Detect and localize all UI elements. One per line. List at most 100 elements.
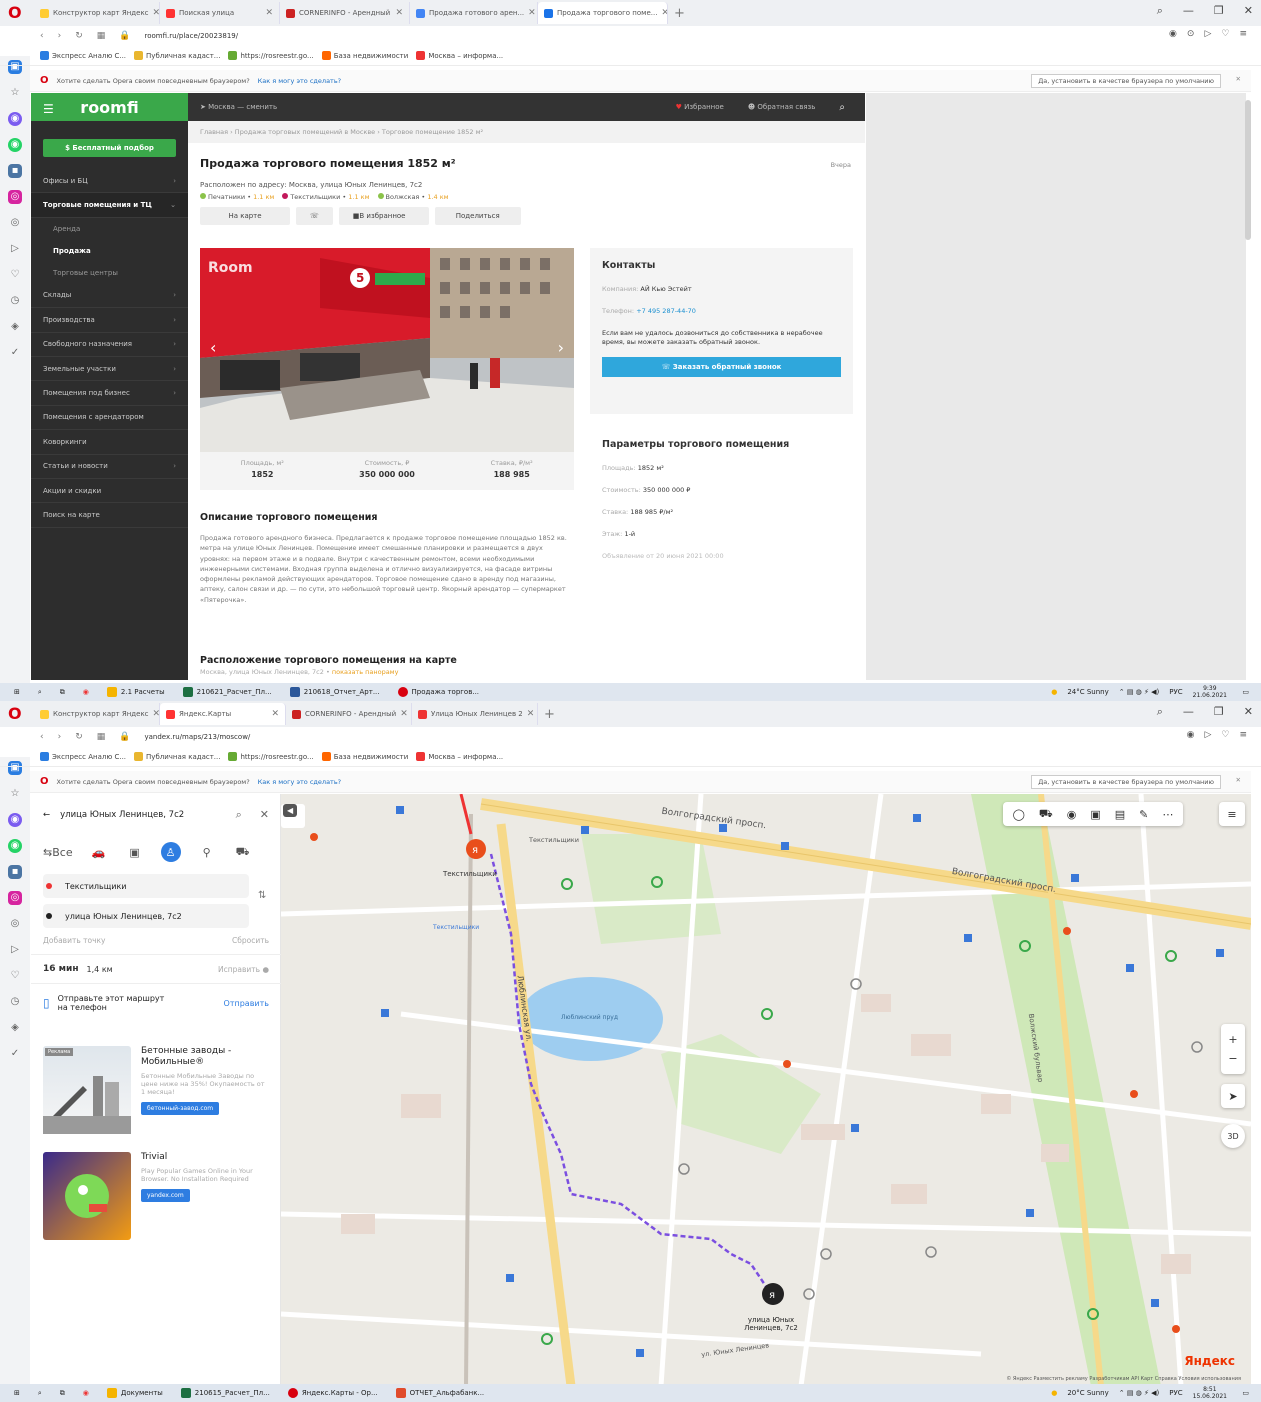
reload-icon[interactable]: ↻: [75, 31, 83, 41]
ad-card[interactable]: Реклама Бетонные заводы - Мобильные® Бето…: [43, 1046, 269, 1138]
set-default-button[interactable]: Да, установить в качестве браузера по ум…: [1031, 74, 1221, 88]
close-icon[interactable]: ✕: [265, 8, 273, 18]
bookmark-5[interactable]: Москва – информа...: [416, 752, 503, 761]
zoom-in-icon[interactable]: +: [1228, 1033, 1237, 1046]
notice-link[interactable]: Как я могу это сделать?: [258, 77, 341, 85]
share-button[interactable]: Поделиться: [434, 207, 521, 225]
close-icon[interactable]: ✕: [1236, 776, 1241, 784]
add-favorite-button[interactable]: ■ В избранное: [338, 207, 429, 225]
sidebar-item[interactable]: Статьи и новости ›: [31, 455, 188, 479]
heart-icon[interactable]: ♡: [8, 268, 22, 282]
close-icon[interactable]: ✕: [527, 709, 535, 719]
messenger-icon[interactable]: ◉: [8, 813, 22, 827]
player-icon[interactable]: ◎: [8, 216, 22, 230]
new-tab-button[interactable]: +: [674, 6, 685, 21]
vk-icon[interactable]: ▪: [8, 164, 22, 178]
sidebar-item[interactable]: Производства ›: [31, 308, 188, 333]
forward-icon[interactable]: ›: [58, 31, 62, 41]
extensions-icon[interactable]: ◈: [8, 1021, 22, 1035]
menu-icon[interactable]: ≡: [1239, 29, 1247, 39]
search-icon[interactable]: ⌕: [38, 688, 42, 697]
player-icon[interactable]: ◎: [8, 917, 22, 931]
listing-photo[interactable]: 5 Room ‹ ›: [200, 248, 574, 452]
bookmark-3[interactable]: https://rosreestr.go...: [228, 752, 314, 761]
zoom-out-icon[interactable]: −: [1228, 1052, 1237, 1065]
close-icon[interactable]: ✕: [260, 808, 269, 822]
taskbar-item[interactable]: 210618_Отчет_Арт...: [289, 687, 380, 697]
camera-icon[interactable]: ◉: [1169, 29, 1177, 39]
sidebar-item[interactable]: Свободного назначения ›: [31, 333, 188, 357]
notice-link[interactable]: Как я могу это сделать?: [258, 778, 341, 786]
history-icon[interactable]: ◷: [8, 294, 22, 308]
bookmark-1[interactable]: Экспресс Аналю С...: [40, 752, 126, 761]
tab-4[interactable]: Улица Юных Ленинцев 2 ✕: [412, 703, 538, 725]
prev-photo-icon[interactable]: ‹: [210, 338, 216, 357]
close-icon[interactable]: ✕: [153, 709, 159, 719]
collapse-panel-icon[interactable]: ◀: [283, 804, 298, 817]
ad-card[interactable]: Trivial Play Popular Games Online in Your…: [43, 1152, 269, 1244]
task-view-icon[interactable]: ⧉: [60, 688, 65, 697]
close-icon[interactable]: ✕: [153, 8, 159, 18]
sidebar-item[interactable]: Торговые центры: [31, 262, 188, 284]
chrome-icon[interactable]: ◉: [83, 1389, 89, 1397]
send-icon[interactable]: ▷: [8, 242, 22, 256]
free-selection-button[interactable]: $ Бесплатный подбор: [43, 139, 176, 157]
phone-link[interactable]: +7 495 287-44-70: [636, 307, 696, 315]
tab-2[interactable]: Поиская улица ✕: [160, 2, 280, 24]
route-to-field[interactable]: улица Юных Ленинцев, 7с2: [43, 904, 249, 928]
search-icon[interactable]: ⌕: [1157, 4, 1163, 18]
taskbar-item[interactable]: 210621_Расчет_Пл...: [182, 687, 272, 697]
bookmark-1[interactable]: Экспресс Аналю С...: [40, 51, 126, 60]
car-icon[interactable]: 🚗: [89, 842, 109, 862]
sidebar-item[interactable]: Помещения с арендатором: [31, 406, 188, 431]
bookmark-2[interactable]: Публичная кадаст...: [134, 752, 220, 761]
menu-icon[interactable]: ≡: [1219, 802, 1245, 826]
next-photo-icon[interactable]: ›: [558, 338, 564, 357]
scrollbar[interactable]: [1245, 100, 1251, 240]
close-icon[interactable]: ✕: [395, 8, 403, 18]
heart-icon[interactable]: ♡: [1221, 730, 1229, 740]
camera-icon[interactable]: ◉: [1187, 730, 1195, 740]
bus-icon[interactable]: ▣: [1090, 808, 1100, 821]
url-field[interactable]: yandex.ru/maps/213/moscow/: [145, 733, 251, 741]
star-icon[interactable]: ☆: [8, 787, 22, 801]
sidebar-item[interactable]: Торговые помещения и ТЦ ⌄: [31, 193, 188, 218]
sidebar-item[interactable]: Акции и скидки: [31, 479, 188, 504]
search-icon[interactable]: ⌕: [839, 102, 845, 113]
chrome-icon[interactable]: ◉: [83, 688, 89, 696]
reset-link[interactable]: Сбросить: [232, 936, 269, 945]
messenger-icon[interactable]: ◉: [8, 112, 22, 126]
panorama-link[interactable]: показать панораму: [332, 668, 399, 676]
taskbar-item[interactable]: Документы: [106, 1388, 163, 1398]
locate-icon[interactable]: ➤: [1221, 1084, 1245, 1108]
heart-icon[interactable]: ♡: [8, 969, 22, 983]
bookmark-4[interactable]: База недвижимости: [321, 752, 408, 761]
notifications-icon[interactable]: ▭: [1242, 688, 1249, 696]
heart-icon[interactable]: ♡: [1221, 29, 1229, 39]
instagram-icon[interactable]: ◎: [8, 190, 22, 204]
grid-icon[interactable]: ▦: [97, 732, 106, 742]
bookmark-5[interactable]: Москва – информа...: [416, 51, 503, 60]
new-tab-button[interactable]: +: [544, 707, 555, 722]
extensions-icon[interactable]: ◈: [8, 320, 22, 334]
send-button[interactable]: Отправить: [224, 999, 269, 1008]
parking-icon[interactable]: ▤: [1115, 808, 1125, 821]
tab-3[interactable]: CORNERINFO - Арендный ✕: [280, 2, 410, 24]
back-icon[interactable]: ‹: [40, 31, 44, 41]
close-icon[interactable]: ✕: [528, 8, 536, 18]
phone-icon[interactable]: ☏: [296, 207, 333, 225]
camera-icon[interactable]: ◉: [1067, 808, 1077, 821]
taxi-icon[interactable]: ⛟: [233, 842, 253, 862]
tab-1[interactable]: Конструктор карт Яндекс ✕: [34, 2, 160, 24]
search-icon[interactable]: ⌕: [38, 1389, 42, 1398]
tab-4[interactable]: Продажа готового арен... ✕: [410, 2, 538, 24]
whatsapp-icon[interactable]: ◉: [8, 839, 22, 853]
vk-icon[interactable]: ▪: [8, 865, 22, 879]
minimize-icon[interactable]: —: [1183, 705, 1194, 719]
ad-button[interactable]: бетонный-завод.com: [141, 1102, 220, 1115]
sidebar-item[interactable]: Коворкинги: [31, 430, 188, 455]
route-summary[interactable]: 16 мин 1,4 км Исправить ●: [31, 954, 281, 984]
more-icon[interactable]: ⋯: [1162, 808, 1173, 821]
breadcrumb[interactable]: Главная › Продажа торговых помещений в М…: [188, 121, 865, 143]
feedback-link[interactable]: ☻ Обратная связь: [748, 103, 816, 111]
